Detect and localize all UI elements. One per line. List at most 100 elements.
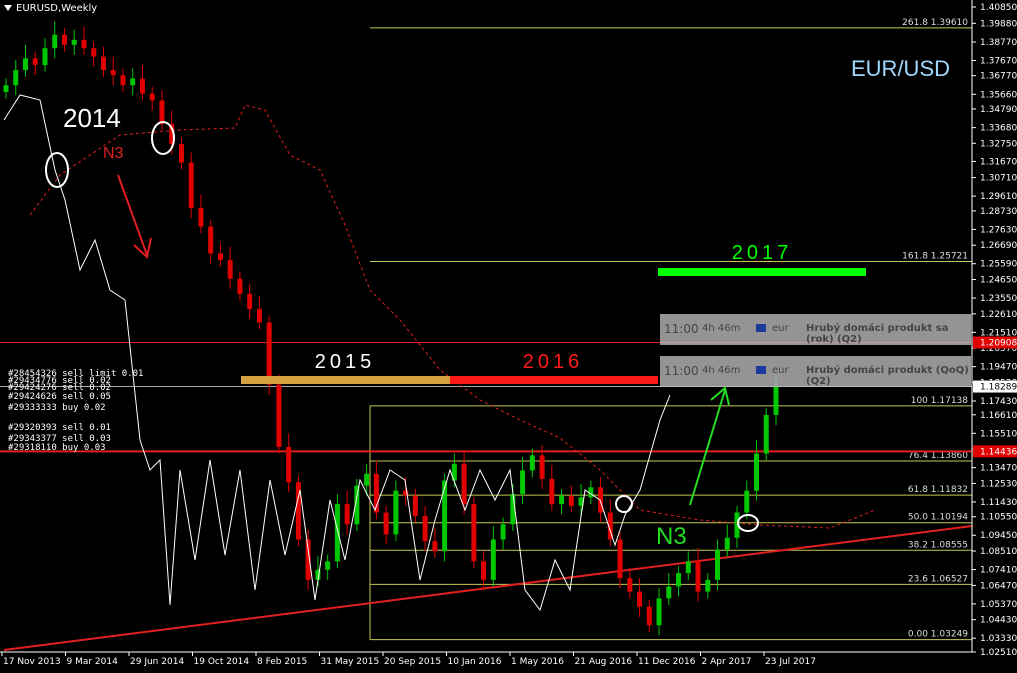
calendar-row[interactable]: 11:00 4h 46m eur Hrubý domáci produkt (Q… xyxy=(660,356,971,387)
y-tick-label: 1.36770 xyxy=(980,72,1017,82)
chart-title: EURUSD,Weekly xyxy=(4,3,97,14)
y-tick-label: 1.31670 xyxy=(980,157,1017,167)
candle-body xyxy=(71,39,77,45)
candle-body xyxy=(334,504,340,562)
year-2017-label: 2017 xyxy=(732,242,793,264)
y-tick-label: 1.12530 xyxy=(980,479,1017,489)
y-tick-label: 1.34790 xyxy=(980,105,1017,115)
y-tick-label: 1.24650 xyxy=(980,276,1017,286)
x-tick-label: 11 Dec 2016 xyxy=(638,657,696,667)
highlight-circle xyxy=(45,152,69,188)
year-2016-bar xyxy=(450,376,658,384)
fib-level-label: 38.2 1.08555 xyxy=(908,540,968,550)
y-tick-label: 1.32750 xyxy=(980,139,1017,149)
candle-body xyxy=(91,48,97,57)
y-tick-label: 1.10550 xyxy=(980,513,1017,523)
y-tick-label: 1.02510 xyxy=(980,648,1017,658)
candle-body xyxy=(715,549,721,580)
green-arrow xyxy=(689,389,726,506)
price-tag-label: 1.18289 xyxy=(980,383,1017,393)
candle-body xyxy=(461,463,467,505)
n3-green-label: N3 xyxy=(656,523,687,550)
year-2017-bar xyxy=(658,268,866,276)
candle-body xyxy=(412,495,418,516)
candle-body xyxy=(120,75,126,86)
candle-body xyxy=(666,586,672,599)
year-2015-label: 2015 xyxy=(315,351,376,373)
highlight-circle xyxy=(615,495,633,513)
y-tick-label: 1.19470 xyxy=(980,363,1017,373)
y-tick-label: 1.37670 xyxy=(980,56,1017,66)
candle-body xyxy=(237,278,243,294)
y-tick-label: 1.27630 xyxy=(980,225,1017,235)
y-tick-label: 1.35660 xyxy=(980,90,1017,100)
x-tick-label: 10 Jan 2016 xyxy=(448,657,502,667)
y-tick-label: 1.33680 xyxy=(980,124,1017,134)
event-title: Hrubý domáci produkt sa (rok) (Q2) xyxy=(806,323,949,345)
n3-red-label: N3 xyxy=(103,145,124,162)
fib-level-label: 261.8 1.39610 xyxy=(902,18,968,28)
x-tick-label: 2 Apr 2017 xyxy=(702,657,752,667)
candle-body xyxy=(539,455,545,479)
candle-body xyxy=(159,100,165,124)
candle-body xyxy=(3,85,9,92)
candle-body xyxy=(637,591,643,607)
eu-flag-icon xyxy=(756,324,766,332)
candle-body xyxy=(208,226,214,254)
event-countdown: 4h 46m xyxy=(702,365,741,376)
order-label[interactable]: #29318110 buy 0.03 xyxy=(8,444,106,453)
candle-body xyxy=(276,384,282,447)
candle-body xyxy=(520,470,526,495)
y-tick-label: 1.04430 xyxy=(980,616,1017,626)
candle-body xyxy=(500,524,506,540)
candle-body xyxy=(61,34,67,45)
candle-body xyxy=(656,598,662,626)
candle-body xyxy=(256,308,262,323)
y-tick-label: 1.11430 xyxy=(980,498,1017,508)
x-tick-label: 21 Aug 2016 xyxy=(575,657,633,667)
dropdown-triangle-icon[interactable] xyxy=(4,5,12,11)
order-label[interactable]: #29320393 sell 0.01 xyxy=(8,424,111,433)
order-label[interactable]: #29333333 buy 0.02 xyxy=(8,404,106,413)
y-tick-label: 1.16610 xyxy=(980,411,1017,421)
event-currency: eur xyxy=(772,323,789,334)
order-label[interactable]: #29424626 sell 0.05 xyxy=(8,393,111,402)
candle-body xyxy=(13,70,19,86)
candle-body xyxy=(754,453,760,491)
candle-body xyxy=(422,515,428,542)
candle-body xyxy=(178,144,184,163)
candle-body xyxy=(42,48,48,66)
candle-body xyxy=(471,504,477,562)
calendar-row[interactable]: 11:00 4h 46m eur Hrubý domáci produkt sa… xyxy=(660,314,971,345)
candle-body xyxy=(100,56,106,71)
y-tick-label: 1.09450 xyxy=(980,531,1017,541)
fib-level-label: 50.0 1.10194 xyxy=(908,513,968,523)
candle-body xyxy=(188,162,194,209)
symbol-timeframe: EURUSD,Weekly xyxy=(16,3,98,14)
candle-body xyxy=(393,490,399,535)
candle-body xyxy=(676,573,682,587)
fib-level-label: 76.4 1.13860 xyxy=(908,451,968,461)
candle-body xyxy=(32,58,38,66)
candle-body xyxy=(559,495,565,505)
candle-body xyxy=(227,260,233,279)
x-tick-label: 23 Jul 2017 xyxy=(765,657,816,667)
candle-body xyxy=(705,579,711,592)
symbol-label: EUR/USD xyxy=(851,56,951,81)
candle-body xyxy=(22,58,28,71)
x-tick-label: 31 May 2015 xyxy=(321,657,380,667)
y-tick-label: 1.13470 xyxy=(980,464,1017,474)
x-tick-label: 20 Sep 2015 xyxy=(384,657,441,667)
candle-body xyxy=(598,487,604,513)
y-tick-label: 1.28730 xyxy=(980,207,1017,217)
y-tick-label: 1.30710 xyxy=(980,174,1017,184)
y-tick-label: 1.23550 xyxy=(980,294,1017,304)
candle-body xyxy=(139,78,145,94)
candle-body xyxy=(568,495,574,506)
green-arrow-head xyxy=(710,386,730,406)
candle-body xyxy=(432,541,438,552)
fib-level-label: 61.8 1.11832 xyxy=(908,485,968,495)
candle-body xyxy=(695,561,701,592)
x-tick-label: 8 Feb 2015 xyxy=(257,657,307,667)
candle-body xyxy=(685,561,691,574)
